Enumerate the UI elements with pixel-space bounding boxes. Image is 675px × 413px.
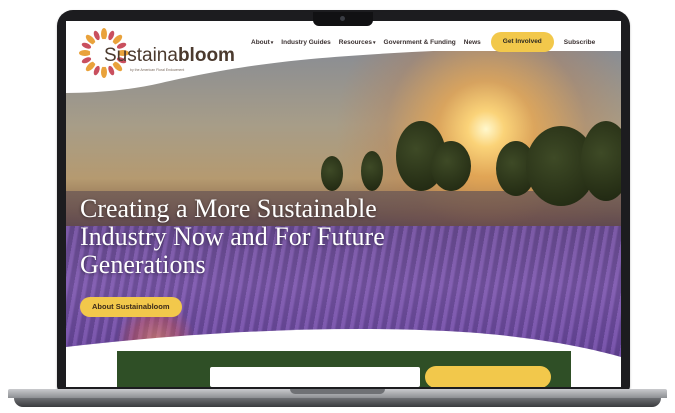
nav-item-news[interactable]: News bbox=[464, 39, 481, 46]
newsletter-email-input[interactable] bbox=[210, 367, 420, 387]
hero-title: Creating a More Sustainable Industry Now… bbox=[80, 194, 385, 279]
camera-icon bbox=[340, 16, 345, 21]
chevron-down-icon: ▾ bbox=[270, 39, 274, 46]
tree bbox=[321, 156, 343, 191]
nav-item-industry-guides[interactable]: Industry Guides bbox=[281, 39, 330, 46]
tree bbox=[431, 141, 471, 191]
laptop-opening-groove bbox=[290, 389, 385, 394]
subscribe-link[interactable]: Subscribe bbox=[564, 39, 595, 46]
nav-item-about-label: About bbox=[251, 38, 270, 46]
nav-item-resources[interactable]: Resources▾ bbox=[339, 39, 376, 46]
nav-item-resources-label: Resources bbox=[338, 38, 373, 46]
get-involved-button[interactable]: Get Involved bbox=[490, 32, 554, 52]
nav-item-government-funding[interactable]: Government & Funding bbox=[384, 39, 456, 46]
main-navigation: About▾ Industry Guides Resources▾ Govern… bbox=[251, 31, 595, 53]
about-sustainabloom-button[interactable]: About Sustainabloom bbox=[80, 297, 182, 317]
logo-wordmark: Sustainabloom bbox=[104, 45, 235, 67]
laptop-base-bottom bbox=[14, 398, 661, 407]
laptop-screen: Creating a More Sustainable Industry Now… bbox=[66, 21, 621, 387]
laptop-base bbox=[0, 389, 675, 413]
newsletter-submit-button[interactable] bbox=[425, 366, 551, 387]
logo-tagline: by the American Floral Endowment bbox=[130, 68, 185, 72]
logo-name-bold: bloom bbox=[177, 45, 235, 66]
newsletter-bar bbox=[117, 351, 571, 387]
logo-name-regular: Sustaina bbox=[104, 45, 178, 66]
nav-item-about[interactable]: About▾ bbox=[251, 39, 273, 46]
tree bbox=[361, 151, 383, 191]
chevron-down-icon: ▾ bbox=[373, 39, 376, 46]
